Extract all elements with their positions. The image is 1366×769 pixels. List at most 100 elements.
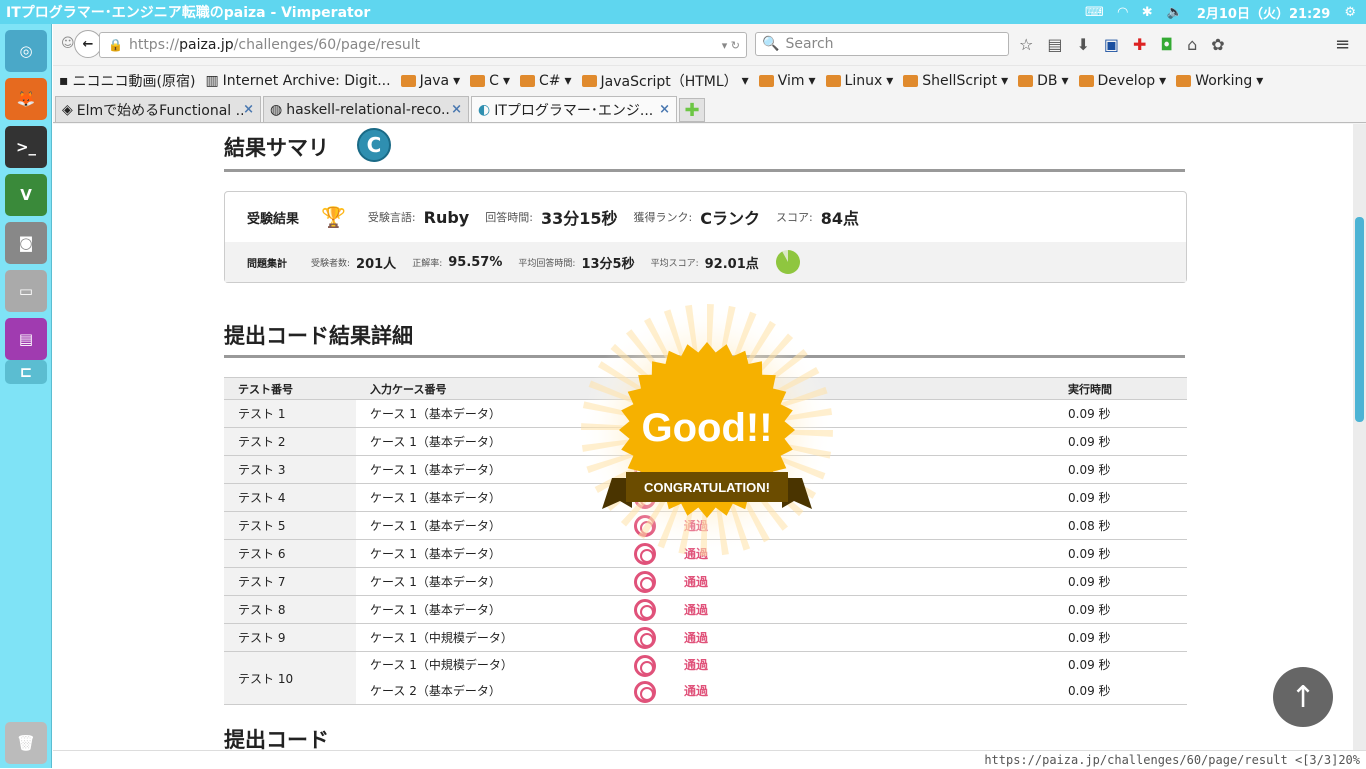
paiza-icon: ◐ — [478, 101, 491, 118]
terminal-icon[interactable]: >_ — [5, 126, 47, 168]
divider — [224, 169, 1185, 172]
tab-strip: ◈ Elmで始めるFunctional ... × ◍ haskell-relatio… — [53, 96, 1366, 123]
avg-time-value: 13分5秒 — [581, 256, 635, 272]
folder-icon — [470, 75, 486, 87]
camera-icon[interactable]: ◙ — [5, 222, 47, 264]
url-dropdown-icon[interactable]: ▾ ↻ — [722, 39, 740, 52]
wifi-icon[interactable]: ◠ — [1118, 5, 1128, 20]
volume-icon[interactable]: 🔈 — [1167, 5, 1183, 20]
pass-circle-icon — [634, 599, 656, 621]
case-cell: ケース 1（基本データ） — [356, 595, 620, 624]
close-tab-icon[interactable]: × — [243, 102, 254, 117]
home-icon[interactable]: ⌂ — [1187, 35, 1197, 54]
back-button[interactable]: ← — [74, 30, 102, 58]
window-title: ITプログラマー･エンジニア転職のpaiza - Vimperator — [6, 5, 371, 21]
folder-icon — [581, 75, 597, 87]
bookmark-folder[interactable]: Working ▾ — [1176, 73, 1263, 89]
search-field[interactable]: 🔍 Search — [755, 32, 1009, 56]
case-label: ケース 1（中規模データ） — [370, 630, 513, 645]
summary-stats-row: 問題集計 受験者数: 201人 正解率: 95.57% 平均回答時間: 13分5… — [225, 242, 1186, 282]
bookmark-folder[interactable]: C ▾ — [470, 73, 510, 89]
drive-icon[interactable]: ▭ — [5, 270, 47, 312]
bookmarks-toolbar: ▪ ニコニコ動画(原宿) ▥ Internet Archive: Digit... … — [53, 67, 1366, 95]
test-number-cell: テスト 10 — [224, 651, 356, 705]
bookmark-folder[interactable]: C# ▾ — [519, 73, 572, 89]
tab-haskell[interactable]: ◍ haskell-relational-reco... × — [263, 96, 469, 122]
scroll-to-top-button[interactable]: ↑ — [1273, 667, 1333, 727]
bookmark-label: Develop — [1097, 73, 1156, 89]
bookmark-folder[interactable]: ShellScript ▾ — [903, 73, 1008, 89]
bluetooth-icon[interactable]: ✱ — [1142, 5, 1153, 20]
status: 通過 — [634, 627, 708, 649]
bookmark-folder[interactable]: JavaScript（HTML） ▾ — [581, 71, 749, 91]
browser-window: ☺ ← 🔒 https://paiza.jp/challenges/60/pag… — [53, 24, 1366, 768]
stats-label: 問題集計 — [247, 258, 287, 270]
sync-icon[interactable]: ☺ — [61, 36, 75, 51]
lock-icon: 🔒 — [108, 38, 123, 52]
test-number-cell: テスト 3 — [224, 455, 356, 484]
rank-badge: C — [357, 128, 391, 162]
extension-icon[interactable]: ✿ — [1211, 35, 1224, 54]
status: 通過 — [634, 678, 1054, 704]
close-tab-icon[interactable]: × — [451, 102, 462, 117]
vim-icon[interactable]: V — [5, 174, 47, 216]
summary-title: 結果サマリ — [224, 136, 329, 160]
case-cell: ケース 1（基本データ） — [356, 567, 620, 596]
table-row: テスト 9 ケース 1（中規模データ） 通過 0.09 秒 — [224, 623, 1187, 652]
plus-icon: ✚ — [684, 99, 700, 121]
detail-title: 提出コード結果詳細 — [224, 324, 413, 348]
addon-red-icon[interactable]: ✚ — [1133, 35, 1146, 54]
new-tab-button[interactable]: ✚ — [679, 98, 705, 122]
page-scrollbar[interactable] — [1353, 124, 1366, 750]
reading-list-icon[interactable]: ▤ — [1047, 35, 1062, 54]
bookmark-folder[interactable]: Java ▾ — [400, 73, 460, 89]
clock[interactable]: 2月10日（火）21:29 — [1197, 3, 1331, 22]
keyboard-icon[interactable]: ⌨ — [1085, 5, 1104, 20]
settings-gear-icon[interactable]: ⚙ — [1344, 5, 1356, 20]
avg-time-label: 平均回答時間: — [518, 258, 576, 269]
bookmark-folder[interactable]: Develop ▾ — [1078, 73, 1166, 89]
url-bar[interactable]: 🔒 https://paiza.jp/challenges/60/page/re… — [99, 32, 747, 58]
download-icon[interactable]: ⬇ — [1076, 35, 1089, 54]
window-icon[interactable]: ⊏ — [5, 360, 47, 384]
folder-icon — [1018, 75, 1034, 87]
test-number-cell: テスト 7 — [224, 567, 356, 596]
exec-time-cell: 0.09 秒 — [1054, 455, 1187, 484]
exec-time: 0.08 秒 — [1068, 518, 1111, 533]
scrollbar-thumb[interactable] — [1355, 217, 1364, 422]
pass-circle-icon — [634, 654, 656, 677]
exec-time-cell: 0.09 秒 — [1054, 567, 1187, 596]
case-label: ケース 2（基本データ） — [370, 684, 501, 698]
bookmark-star-icon[interactable]: ☆ — [1019, 35, 1033, 54]
menu-icon[interactable]: ≡ — [1335, 34, 1350, 55]
workspace-switcher-icon[interactable]: ▤ — [5, 318, 47, 360]
bookmark-folder[interactable]: Vim ▾ — [758, 73, 816, 89]
firefox-icon[interactable]: 🦊 — [5, 78, 47, 120]
bookmark-folder[interactable]: DB ▾ — [1018, 73, 1069, 89]
bookmark-item[interactable]: ▥ Internet Archive: Digit... — [205, 73, 390, 89]
good-text: Good!! — [641, 406, 772, 450]
addon-green-icon[interactable]: ◘ — [1160, 35, 1173, 54]
save-icon[interactable]: ▣ — [1104, 35, 1119, 54]
exec-time: 0.09 秒 — [1068, 490, 1111, 505]
exec-time: 0.09 秒 — [1068, 462, 1111, 477]
result-cell: 通過 — [620, 567, 1054, 596]
close-tab-icon[interactable]: × — [659, 102, 670, 117]
exec-time: 0.09 秒 — [1068, 434, 1111, 449]
bookmark-item[interactable]: ▪ ニコニコ動画(原宿) — [59, 71, 195, 91]
bookmark-label: C# — [538, 73, 561, 89]
dash-icon[interactable]: ◎ — [5, 30, 47, 72]
result-cell: 通過 — [620, 623, 1054, 652]
folder-icon — [1176, 75, 1192, 87]
case-label: ケース 1（基本データ） — [370, 462, 501, 477]
trash-icon[interactable]: 🗑 — [5, 722, 47, 764]
summary-result-row: 受験結果 🏆 受験言語: Ruby 回答時間: 33分15秒 獲得ランク: Cラ… — [225, 192, 1186, 242]
tab-elm[interactable]: ◈ Elmで始めるFunctional ... × — [55, 96, 261, 122]
archive-icon: ▥ — [205, 73, 219, 89]
tab-paiza[interactable]: ◐ ITプログラマー･エンジ... × — [471, 96, 677, 122]
bookmark-folder[interactable]: Linux ▾ — [825, 73, 893, 89]
examinees-value: 201人 — [356, 256, 397, 272]
rank-label: 獲得ランク: — [633, 211, 693, 224]
table-row: テスト 7 ケース 1（基本データ） 通過 0.09 秒 — [224, 567, 1187, 596]
bookmark-label: Internet Archive: Digit... — [222, 73, 391, 89]
